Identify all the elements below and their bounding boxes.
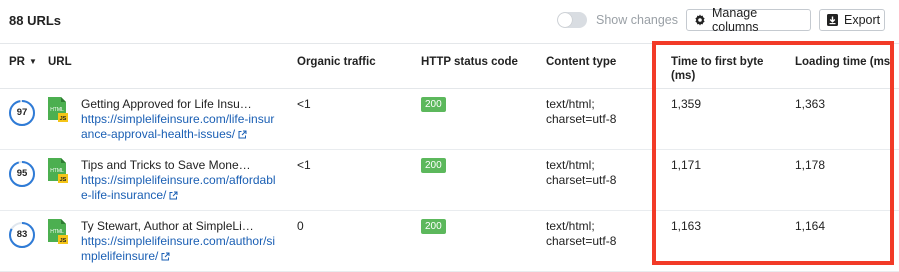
toggle-knob bbox=[558, 13, 572, 27]
organic-traffic-value: <1 bbox=[297, 97, 311, 111]
organic-traffic-value: 0 bbox=[297, 219, 304, 233]
pr-header-label: PR bbox=[9, 56, 25, 68]
js-badge-label: JS bbox=[60, 238, 67, 244]
url-line1: https://simplelifeinsure.com/afforda bbox=[81, 173, 267, 187]
export-button[interactable]: Export bbox=[819, 9, 885, 31]
content-type-line2: charset=utf-8 bbox=[546, 173, 617, 187]
pr-score-circle: 95 bbox=[8, 160, 36, 188]
column-header-content-type[interactable]: Content type bbox=[546, 55, 616, 69]
content-type-value: text/html; charset=utf-8 bbox=[546, 97, 616, 127]
external-link-icon[interactable] bbox=[161, 250, 170, 265]
gear-icon bbox=[694, 14, 706, 26]
urls-count: 88 URLs bbox=[9, 13, 62, 28]
html-file-icon: HTML JS bbox=[48, 97, 70, 128]
manage-columns-button[interactable]: Manage columns bbox=[686, 6, 811, 34]
page-url-link[interactable]: https://simplelifeinsure.com/life-insura… bbox=[81, 112, 276, 143]
pr-score: 97 bbox=[16, 107, 28, 118]
pr-score-circle: 97 bbox=[8, 99, 36, 127]
pr-score: 95 bbox=[16, 168, 28, 179]
page-title: Getting Approved for Life Insu… bbox=[81, 97, 252, 111]
page-url-link[interactable]: https://simplelifeinsure.com/author/simp… bbox=[81, 234, 276, 265]
html-icon-label: HTML bbox=[50, 168, 64, 174]
page-title: Ty Stewart, Author at SimpleLi… bbox=[81, 219, 254, 233]
external-link-icon[interactable] bbox=[169, 189, 178, 204]
html-file-icon: HTML JS bbox=[48, 158, 70, 189]
manage-columns-label: Manage columns bbox=[712, 6, 759, 34]
content-type-value: text/html; charset=utf-8 bbox=[546, 158, 616, 188]
content-type-value: text/html; charset=utf-8 bbox=[546, 219, 616, 249]
http-status-badge: 200 bbox=[421, 97, 446, 112]
url-line1: https://simplelifeinsure.com/author/ bbox=[81, 234, 267, 248]
content-type-line1: text/html; bbox=[546, 219, 595, 233]
http-status-badge: 200 bbox=[421, 219, 446, 234]
highlight-box bbox=[652, 41, 894, 265]
download-icon bbox=[827, 14, 838, 26]
js-badge-label: JS bbox=[60, 177, 67, 183]
js-badge-label: JS bbox=[60, 116, 67, 122]
content-type-line2: charset=utf-8 bbox=[546, 112, 617, 126]
html-file-icon: HTML JS bbox=[48, 219, 70, 250]
column-header-http-status[interactable]: HTTP status code bbox=[421, 55, 518, 69]
toolbar: 88 URLs Show changes Manage columns Expo… bbox=[0, 0, 899, 42]
html-icon-label: HTML bbox=[50, 107, 64, 113]
page-title: Tips and Tricks to Save Mone… bbox=[81, 158, 251, 172]
content-type-line2: charset=utf-8 bbox=[546, 234, 617, 248]
url-line1: https://simplelifeinsure.com/life-insu bbox=[81, 112, 271, 126]
content-type-line1: text/html; bbox=[546, 97, 595, 111]
sort-desc-icon: ▼ bbox=[28, 57, 37, 66]
page-url-link[interactable]: https://simplelifeinsure.com/affordable-… bbox=[81, 173, 276, 204]
http-status-badge: 200 bbox=[421, 158, 446, 173]
html-icon-label: HTML bbox=[50, 229, 64, 235]
column-header-pr[interactable]: PR ▼ bbox=[9, 55, 37, 69]
column-header-url[interactable]: URL bbox=[48, 55, 72, 69]
column-header-organic-traffic[interactable]: Organic traffic bbox=[297, 55, 376, 69]
show-changes-label: Show changes bbox=[596, 13, 679, 27]
organic-traffic-value: <1 bbox=[297, 158, 311, 172]
show-changes-toggle[interactable] bbox=[557, 12, 587, 28]
pr-score: 83 bbox=[16, 229, 28, 240]
pr-score-circle: 83 bbox=[8, 221, 36, 249]
export-label: Export bbox=[844, 13, 881, 27]
external-link-icon[interactable] bbox=[238, 128, 247, 143]
content-type-line1: text/html; bbox=[546, 158, 595, 172]
